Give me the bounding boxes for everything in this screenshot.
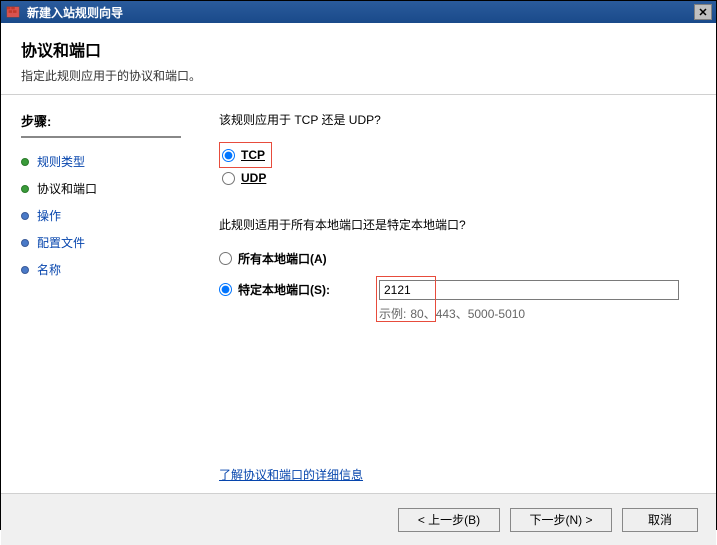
sidebar-item-label: 配置文件 — [37, 234, 85, 251]
back-button[interactable]: < 上一步(B) — [398, 508, 500, 532]
port-section: 此规则适用于所有本地端口还是特定本地端口? 所有本地端口(A) 特定本地端口(S… — [219, 216, 696, 322]
firewall-icon — [5, 4, 21, 20]
steps-sidebar: 步骤: 规则类型 协议和端口 操作 配置文件 名称 — [1, 95, 189, 493]
steps-divider — [21, 136, 181, 138]
sidebar-item-action[interactable]: 操作 — [21, 202, 179, 229]
port-input[interactable] — [379, 280, 679, 300]
specific-ports-radio[interactable] — [219, 283, 232, 296]
specific-ports-label: 特定本地端口(S): — [238, 281, 330, 298]
sidebar-item-label: 操作 — [37, 207, 61, 224]
wizard-window: 新建入站规则向导 ✕ 协议和端口 指定此规则应用于的协议和端口。 步骤: 规则类… — [0, 0, 717, 530]
sidebar-item-name[interactable]: 名称 — [21, 256, 179, 283]
protocol-question: 该规则应用于 TCP 还是 UDP? — [219, 111, 696, 128]
hint-prefix: 示例: — [379, 305, 406, 322]
help-link-row: 了解协议和端口的详细信息 — [219, 466, 363, 483]
bullet-icon — [21, 266, 29, 274]
help-link[interactable]: 了解协议和端口的详细信息 — [219, 468, 363, 482]
bullet-icon — [21, 185, 29, 193]
sidebar-item-rule-type[interactable]: 规则类型 — [21, 148, 179, 175]
cancel-button[interactable]: 取消 — [622, 508, 698, 532]
tcp-radio[interactable] — [222, 149, 235, 162]
bullet-icon — [21, 158, 29, 166]
all-ports-radio[interactable] — [219, 252, 232, 265]
tcp-highlight: TCP — [219, 142, 272, 168]
sidebar-item-protocol-port[interactable]: 协议和端口 — [21, 175, 179, 202]
page-title: 协议和端口 — [21, 37, 696, 61]
hint-example: 80、443、5000-5010 — [410, 305, 525, 322]
all-ports-label: 所有本地端口(A) — [238, 250, 327, 267]
wizard-footer: < 上一步(B) 下一步(N) > 取消 — [1, 493, 716, 545]
sidebar-item-profile[interactable]: 配置文件 — [21, 229, 179, 256]
titlebar-text: 新建入站规则向导 — [27, 4, 694, 21]
bullet-icon — [21, 212, 29, 220]
titlebar: 新建入站规则向导 ✕ — [1, 1, 716, 23]
page-description: 指定此规则应用于的协议和端口。 — [21, 67, 696, 84]
wizard-header: 协议和端口 指定此规则应用于的协议和端口。 — [1, 23, 716, 95]
port-question: 此规则适用于所有本地端口还是特定本地端口? — [219, 216, 696, 233]
wizard-content: 步骤: 规则类型 协议和端口 操作 配置文件 名称 — [1, 95, 716, 493]
udp-label: UDP — [241, 171, 266, 185]
sidebar-item-label: 规则类型 — [37, 153, 85, 170]
sidebar-item-label: 协议和端口 — [37, 180, 97, 197]
sidebar-item-label: 名称 — [37, 261, 61, 278]
protocol-radio-group: TCP UDP — [219, 142, 696, 188]
close-button[interactable]: ✕ — [694, 4, 712, 20]
bullet-icon — [21, 239, 29, 247]
tcp-label: TCP — [241, 148, 265, 162]
udp-radio[interactable] — [222, 172, 235, 185]
main-panel: 该规则应用于 TCP 还是 UDP? TCP UDP 此规则适用于所有本地端口还… — [189, 95, 716, 493]
port-hint: 示例: 80、443、5000-5010 — [379, 305, 696, 322]
steps-title: 步骤: — [21, 111, 179, 130]
next-button[interactable]: 下一步(N) > — [510, 508, 612, 532]
